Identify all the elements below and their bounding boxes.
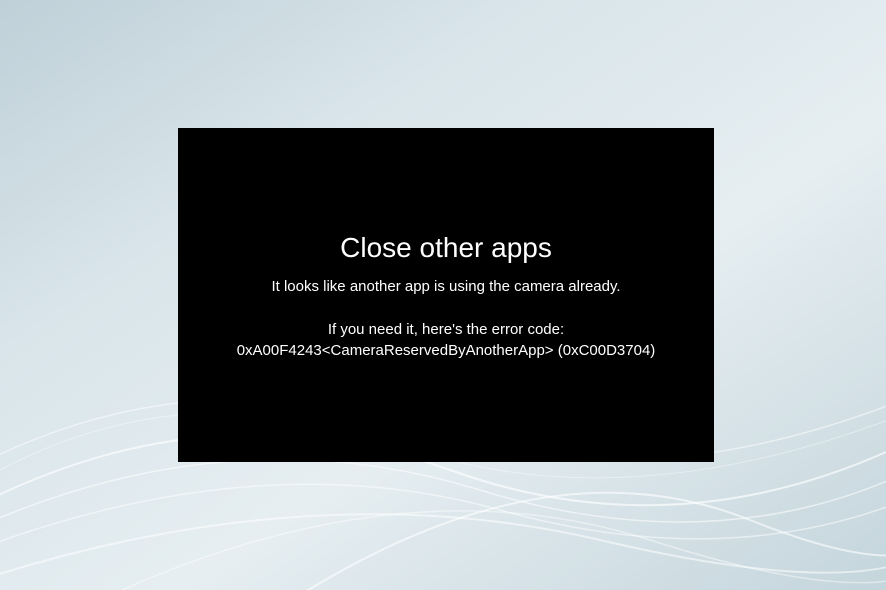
camera-error-dialog: Close other apps It looks like another a…: [178, 128, 714, 462]
error-code: 0xA00F4243<CameraReservedByAnotherApp> (…: [237, 342, 656, 359]
error-title: Close other apps: [340, 232, 552, 264]
error-code-intro: If you need it, here's the error code:: [328, 321, 564, 338]
error-message: It looks like another app is using the c…: [271, 278, 620, 295]
